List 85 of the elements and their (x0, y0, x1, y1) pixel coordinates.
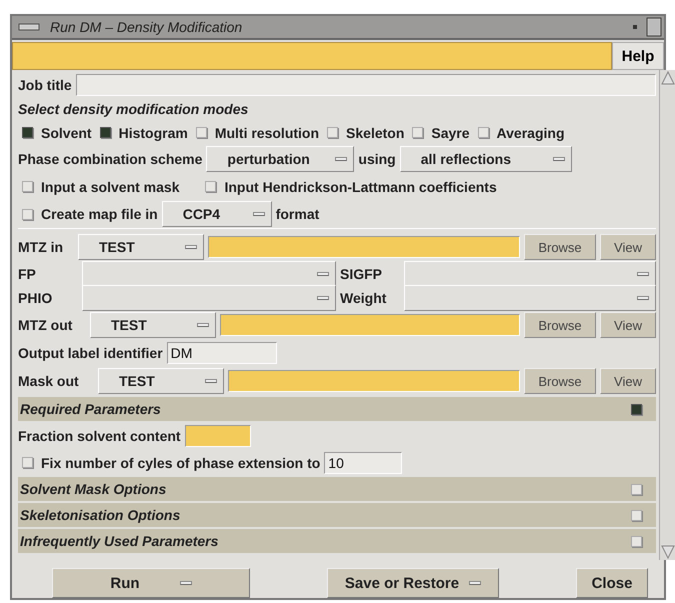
dropdown-indicator-icon (317, 272, 329, 276)
field-label: Phase combination scheme (18, 151, 202, 167)
field-label: SIGFP (340, 266, 384, 282)
run-button[interactable]: Run (52, 568, 250, 598)
checkbox-label: Create map file in (41, 206, 158, 222)
file-path-field[interactable] (208, 236, 520, 258)
section-title: Solvent Mask Options (20, 481, 166, 497)
checkbox-label: Fix number of cyles of phase extension to (41, 454, 320, 470)
section-header[interactable]: Infrequently Used Parameters (18, 529, 656, 553)
dropdown-indicator-icon (552, 157, 565, 161)
maximize-icon[interactable] (646, 17, 662, 37)
checkbox[interactable] (478, 127, 489, 138)
dropdown-menu[interactable]: TEST (78, 234, 204, 260)
dropdown-menu[interactable]: perturbation (206, 146, 354, 172)
field-label: MTZ out (18, 317, 74, 333)
dropdown-indicator-icon (205, 379, 217, 383)
dropdown-indicator-icon (335, 157, 348, 161)
dropdown-indicator-icon (197, 323, 209, 327)
browse-button[interactable]: Browse (524, 368, 596, 394)
file-path-field[interactable] (228, 370, 520, 392)
field-label: Weight (340, 290, 388, 306)
browse-button[interactable]: Browse (524, 234, 596, 260)
scrollbar[interactable] (659, 70, 675, 560)
dropdown-menu[interactable]: TEST (90, 312, 216, 338)
job-title-field[interactable] (76, 74, 656, 96)
file-path-field[interactable] (220, 314, 520, 336)
field-label: Job title (18, 76, 72, 92)
scroll-down-icon[interactable] (660, 544, 675, 560)
dropdown-indicator-icon (637, 272, 649, 276)
checkbox[interactable] (327, 127, 338, 138)
help-button[interactable]: Help (612, 42, 664, 70)
save-restore-button[interactable]: Save or Restore (327, 568, 499, 598)
checkbox[interactable] (22, 181, 33, 192)
checkbox[interactable] (22, 208, 33, 220)
window-menu-icon[interactable] (18, 22, 40, 32)
checkbox[interactable] (22, 457, 33, 468)
field-label: format (276, 206, 320, 222)
scroll-up-icon[interactable] (660, 70, 675, 86)
field-label: PHIO (18, 290, 54, 306)
section-header[interactable]: Solvent Mask Options (18, 477, 656, 501)
field-label: FP (18, 266, 37, 282)
section-header[interactable]: Skeletonisation Options (18, 503, 656, 527)
dropdown-menu[interactable] (82, 285, 336, 311)
dropdown-menu[interactable]: TEST (98, 368, 224, 394)
view-button[interactable]: View (600, 234, 656, 260)
view-button[interactable]: View (600, 312, 656, 338)
checkbox[interactable] (196, 127, 207, 138)
checkbox[interactable] (22, 127, 33, 138)
field-label: MTZ in (18, 239, 64, 255)
field-label: Mask out (18, 373, 80, 389)
dropdown-menu[interactable] (404, 285, 656, 311)
view-button[interactable]: View (600, 368, 656, 394)
checkbox-label: Averaging (496, 124, 564, 140)
dropdown-indicator-icon (317, 296, 329, 300)
section-header[interactable]: Required Parameters (18, 397, 656, 421)
checkbox-label: Input Hendrickson-Lattmann coefficients (224, 178, 497, 194)
window-title: Run DM – Density Modification (50, 19, 244, 35)
browse-button[interactable]: Browse (524, 312, 596, 338)
checkbox-label: Solvent (41, 124, 92, 140)
dropdown-indicator-icon (469, 581, 482, 585)
section-heading: Select density modification modes (18, 100, 248, 116)
checkbox-label: Skeleton (346, 124, 404, 140)
cycles-field[interactable]: 10 (324, 452, 402, 474)
checkbox[interactable] (412, 127, 424, 138)
checkbox[interactable] (205, 181, 216, 192)
dropdown-indicator-icon (185, 245, 197, 249)
field-label: using (358, 151, 396, 167)
dropdown-indicator-icon (180, 581, 192, 585)
dropdown-menu[interactable]: all reflections (400, 146, 572, 172)
dropdown-indicator-icon (252, 212, 265, 216)
section-title: Required Parameters (20, 401, 161, 417)
close-button[interactable]: Close (576, 568, 648, 598)
checkbox-label: Sayre (431, 124, 470, 140)
checkbox-label: Histogram (118, 124, 188, 140)
checkbox[interactable] (100, 127, 111, 138)
checkbox-label: Input a solvent mask (41, 178, 180, 194)
section-title: Infrequently Used Parameters (20, 533, 218, 549)
field-label: Output label identifier (18, 345, 163, 361)
dropdown-menu[interactable]: CCP4 (162, 201, 272, 227)
output-label-field[interactable]: DM (166, 342, 277, 364)
field-label: Fraction solvent content (18, 428, 181, 444)
section-title: Skeletonisation Options (20, 507, 180, 523)
fraction-field[interactable] (184, 424, 251, 446)
dropdown-indicator-icon (637, 296, 649, 300)
checkbox-label: Multi resolution (214, 124, 320, 140)
